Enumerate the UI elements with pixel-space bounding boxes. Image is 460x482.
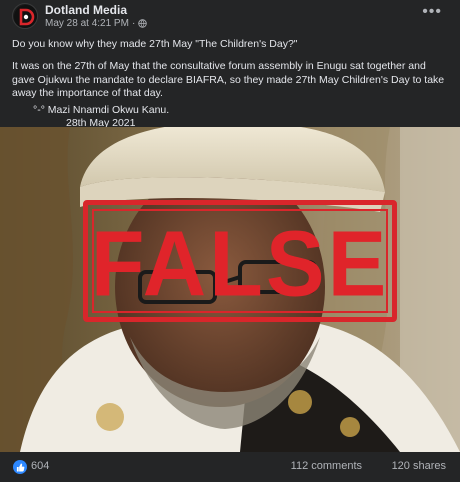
post-signature: °-° Mazi Nnamdi Okwu Kanu.: [33, 103, 170, 116]
globe-icon: [138, 19, 148, 28]
facebook-post: Dotland Media May 28 at 4:21 PM · ••• Do…: [0, 0, 460, 482]
post-header: Dotland Media May 28 at 4:21 PM · •••: [0, 0, 460, 34]
dotland-logo-icon: [14, 5, 37, 28]
more-options-button[interactable]: •••: [422, 3, 442, 20]
thumbs-up-icon: [16, 462, 24, 472]
page-avatar[interactable]: [12, 3, 38, 29]
post-text: Do you know why they made 27th May "The …: [12, 38, 448, 130]
post-image[interactable]: FALSE: [0, 127, 460, 452]
post-timestamp[interactable]: May 28 at 4:21 PM: [45, 18, 129, 29]
shares-count[interactable]: 120 shares: [392, 460, 446, 472]
post-reactions-bar: 604 112 comments 120 shares: [0, 452, 460, 482]
false-stamp: FALSE: [83, 200, 397, 322]
post-paragraph: It was on the 27th of May that the consu…: [12, 60, 445, 100]
page-name[interactable]: Dotland Media: [45, 3, 127, 17]
meta-separator: ·: [131, 18, 136, 29]
false-stamp-text: FALSE: [90, 211, 390, 316]
post-question: Do you know why they made 27th May "The …: [12, 38, 298, 50]
reaction-count[interactable]: 604: [31, 460, 49, 472]
more-horizontal-icon: •••: [422, 3, 442, 20]
like-reaction-badge[interactable]: [13, 460, 27, 474]
comments-count[interactable]: 112 comments: [291, 460, 362, 472]
post-meta: May 28 at 4:21 PM ·: [45, 18, 148, 29]
